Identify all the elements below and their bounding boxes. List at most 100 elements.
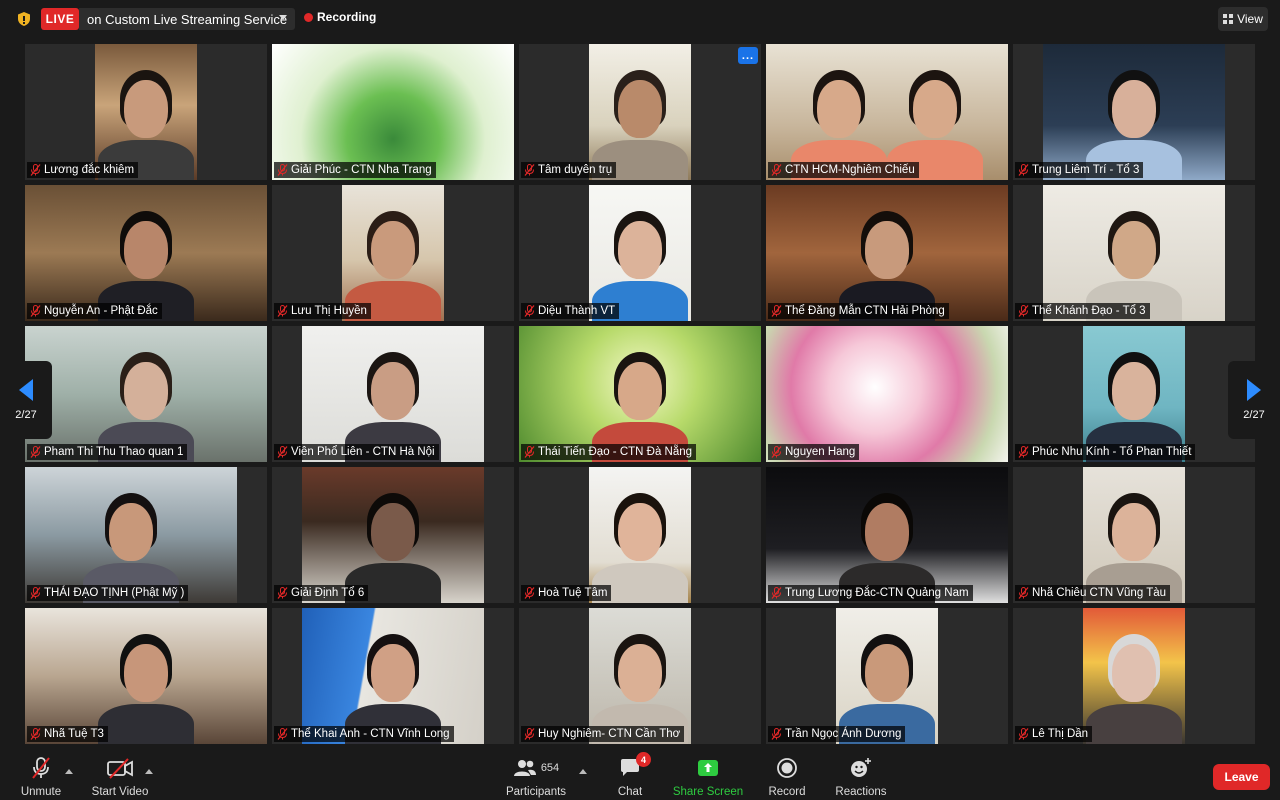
participant-tile[interactable]: CTN HCM-Nghiêm Chiếu [766,44,1008,180]
participant-name-label: Viên Phổ Liên - CTN Hà Nội [274,444,439,460]
participant-tile[interactable]: Nhã Tuệ T3 [25,608,267,744]
participant-video [25,326,267,462]
participant-tile[interactable]: Phúc Nhu Kính - Tổ Phan Thiết [1013,326,1255,462]
start-video-label: Start Video [91,786,149,798]
unmute-button[interactable]: Unmute [18,756,64,798]
participant-tile[interactable]: Thể Khai Anh - CTN Vĩnh Long [272,608,514,744]
participants-options-chevron-icon[interactable] [579,769,587,774]
participant-tile[interactable]: Trung Lương Đắc-CTN Quảng Nam [766,467,1008,603]
participant-video [302,467,484,603]
participant-video [272,44,514,180]
live-badge[interactable]: LIVE [41,8,79,30]
participant-name: THÁI ĐẠO TỊNH (Phật Mỹ ) [44,587,185,599]
next-page-button[interactable]: 2/27 [1228,361,1280,439]
participant-name: Nguyen Hang [785,446,856,458]
microphone-muted-icon [277,728,288,740]
participant-name: Diệu Thành VT [538,305,616,317]
participant-tile[interactable]: Nguyen Hang [766,326,1008,462]
microphone-muted-icon [771,728,782,740]
chat-button[interactable]: 4 Chat [610,752,651,798]
recording-indicator[interactable]: Recording [304,10,376,24]
participant-tile[interactable]: Lê Thị Dần [1013,608,1255,744]
participant-tile[interactable]: Thể Đăng Mẫn CTN Hải Phòng [766,185,1008,321]
microphone-muted-icon [1018,446,1029,458]
microphone-muted-icon [771,164,782,176]
participant-name: Tâm duyên trụ [538,164,613,176]
participant-name-label: CTN HCM-Nghiêm Chiếu [768,162,919,178]
participant-tile[interactable]: Giải Định Tổ 6 [272,467,514,603]
participant-name-label: Giải Định Tổ 6 [274,585,369,601]
reactions-icon-wrap [849,756,873,780]
share-screen-button[interactable]: Share Screen [672,756,744,798]
participant-video [519,326,761,462]
participant-video [766,326,1008,462]
participant-name-label: Nhã Chiêu CTN Vũng Tàu [1015,585,1171,601]
start-video-button[interactable]: Start Video [90,756,150,798]
participant-tile[interactable]: Diệu Thành VT [519,185,761,321]
participant-tile[interactable]: Viên Phổ Liên - CTN Hà Nội [272,326,514,462]
participant-tile[interactable]: Nhã Chiêu CTN Vũng Tàu [1013,467,1255,603]
participant-tile[interactable]: Hoà Tuệ Tâm [519,467,761,603]
participant-name: Thể Khánh Đạo - Tổ 3 [1032,305,1146,317]
participant-tile[interactable]: Thể Khánh Đạo - Tổ 3 [1013,185,1255,321]
participant-name: Hoà Tuệ Tâm [538,587,608,599]
chat-unread-badge: 4 [636,752,651,767]
participant-tile[interactable]: Trần Ngọc Ánh Dương [766,608,1008,744]
recording-label: Recording [317,10,377,24]
microphone-muted-icon [277,446,288,458]
record-button[interactable]: Record [766,756,808,798]
microphone-muted-icon [30,587,41,599]
participant-tile[interactable]: Huy Nghiêm- CTN Cần Thơ [519,608,761,744]
video-options-chevron-icon[interactable] [145,769,153,774]
unmute-label: Unmute [20,786,62,798]
participant-video [589,467,691,603]
live-stream-dropdown[interactable]: on Custom Live Streaming Service [79,8,295,30]
audio-options-chevron-icon[interactable] [65,769,73,774]
video-off-icon [106,756,134,780]
reactions-button[interactable]: Reactions [834,756,888,798]
leave-button[interactable]: Leave [1213,764,1270,790]
security-shield-icon[interactable] [16,11,32,27]
participant-tile[interactable]: Trung Liêm Trí - Tổ 3 [1013,44,1255,180]
microphone-muted-icon [771,446,782,458]
participant-name: Trung Lương Đắc-CTN Quảng Nam [785,587,969,599]
participant-name-label: Lưu Thị Huyền [274,303,371,319]
chat-icon-wrap: 4 [619,752,651,780]
participant-name-label: Trần Ngọc Ánh Dương [768,726,906,742]
participant-tile[interactable]: Giải Phúc - CTN Nha Trang [272,44,514,180]
participant-name: Nhã Chiêu CTN Vũng Tàu [1032,587,1167,599]
participant-tile[interactable]: Lương đắc khiêm [25,44,267,180]
meeting-toolbar: Unmute Start Video 654 Participants 4 Ch… [0,752,1280,800]
video-gallery: Lương đắc khiêm Giải Phúc - CTN Nha Trang… [25,44,1256,746]
participants-button[interactable]: 654 Participants [505,756,567,798]
participant-tile[interactable]: Pham Thi Thu Thao quan 1 [25,326,267,462]
participant-tile[interactable]: Thái Tiến Đạo - CTN Đà Nẵng [519,326,761,462]
microphone-muted-icon [1018,305,1029,317]
chevron-down-icon [279,15,287,20]
participant-tile[interactable]: Nguyễn An - Phật Đắc [25,185,267,321]
participant-tile[interactable]: THÁI ĐẠO TỊNH (Phật Mỹ ) [25,467,267,603]
participant-tile[interactable]: Lưu Thị Huyền [272,185,514,321]
participant-name: Pham Thi Thu Thao quan 1 [44,446,184,458]
microphone-muted-icon [771,305,782,317]
participants-count: 654 [540,762,560,774]
participant-video [25,467,237,603]
participant-video [302,608,484,744]
participant-name: Giải Định Tổ 6 [291,587,365,599]
participant-name: Nguyễn An - Phật Đắc [44,305,158,317]
participant-name: Trần Ngọc Ánh Dương [785,728,902,740]
tile-more-options-button[interactable]: ... [738,47,758,64]
record-label: Record [768,786,806,798]
microphone-muted-icon [1018,728,1029,740]
share-screen-label: Share Screen [672,786,744,798]
previous-page-button[interactable]: 2/27 [0,361,52,439]
participant-video [1083,467,1185,603]
microphone-muted-icon [277,164,288,176]
participant-tile[interactable]: ... Tâm duyên trụ [519,44,761,180]
participant-name-label: Huy Nghiêm- CTN Cần Thơ [521,726,685,742]
participant-name-label: Hoà Tuệ Tâm [521,585,612,601]
participant-name-label: THÁI ĐẠO TỊNH (Phật Mỹ ) [27,585,189,601]
page-indicator-left: 2/27 [15,409,37,421]
view-button[interactable]: View [1218,7,1268,31]
participant-video [95,44,197,180]
